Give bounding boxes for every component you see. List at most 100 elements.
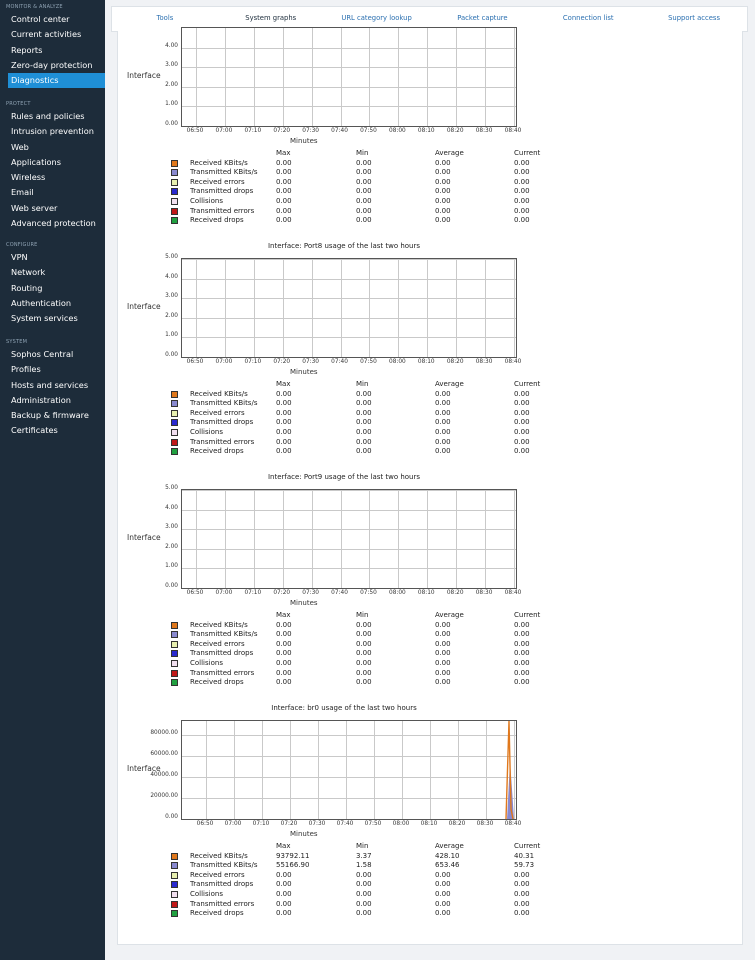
sidebar-item-profiles[interactable]: Profiles: [0, 362, 105, 377]
gridline-h: [182, 278, 516, 280]
x-tick-label: 08:00: [389, 590, 406, 596]
gridline-v: [456, 28, 458, 126]
stat-value-max: 0.00: [276, 880, 292, 889]
stats-header-min: Min: [356, 842, 369, 850]
x-tick-label: 08:20: [448, 821, 466, 827]
gridline-v: [196, 28, 197, 126]
sidebar-item-vpn[interactable]: VPN: [0, 250, 105, 265]
stat-value-max: 0.00: [276, 197, 292, 205]
sidebar-item-rules-and-policies[interactable]: Rules and policies: [0, 109, 105, 124]
sidebar-item-routing[interactable]: Routing: [0, 281, 105, 296]
stats-row: Transmitted errors 0.00 0.00 0.00 0.00: [171, 669, 571, 679]
series-name: Collisions: [190, 428, 223, 436]
graph-title: Interface: Port9 usage of the last two h…: [267, 473, 421, 481]
gridline-v: [398, 28, 400, 126]
stat-value-average: 0.00: [435, 197, 451, 205]
x-tick-label: 06:50: [186, 359, 204, 365]
gridline-h: [182, 317, 516, 319]
stat-value-average: 0.00: [435, 880, 451, 889]
legend-swatch: [171, 862, 178, 870]
sidebar-item-wireless[interactable]: Wireless: [0, 170, 105, 185]
stat-value-max: 0.00: [276, 649, 292, 658]
sidebar-item-authentication[interactable]: Authentication: [0, 296, 105, 311]
sidebar-item-reports[interactable]: Reports: [0, 43, 105, 58]
stat-value-average: 0.00: [435, 870, 451, 879]
graph-block: Interface 0.00 1.00 2.00 3.00 4.00 06:50 07:00 0…: [118, 11, 742, 241]
stat-value-min: 0.00: [356, 899, 372, 908]
y-tick-label: 4.00: [165, 504, 178, 511]
sidebar-item-diagnostics[interactable]: Diagnostics: [8, 73, 105, 89]
gridline-v: [311, 259, 313, 357]
stats-row: Transmitted drops 0.00 0.00 0.00 0.00: [171, 880, 571, 890]
stat-value-max: 0.00: [276, 639, 292, 648]
sidebar-item-zero-day-protection[interactable]: Zero-day protection: [0, 58, 105, 73]
stat-value-max: 93792.11: [276, 851, 310, 860]
sidebar-item-current-activities[interactable]: Current activities: [0, 27, 105, 42]
gridline-v: [485, 28, 487, 126]
sidebar-item-certificates[interactable]: Certificates: [0, 423, 105, 438]
stat-value-current: 40.31: [514, 851, 535, 860]
y-tick-label: 0.00: [165, 121, 178, 127]
series-name: Transmitted errors: [190, 437, 255, 446]
series-name: Transmitted KBits/s: [190, 630, 258, 639]
interface-label: Interface: [127, 533, 161, 542]
sidebar-item-control-center[interactable]: Control center: [0, 12, 105, 27]
stat-value-current: 0.00: [514, 437, 530, 446]
stats-row: Transmitted KBits/s 55166.90 1.58 653.46 59.…: [171, 861, 571, 871]
gridline-h: [182, 509, 516, 511]
stat-value-average: 0.00: [435, 399, 451, 408]
stats-header-max: Max: [276, 842, 291, 850]
gridline-v: [514, 28, 515, 126]
stat-value-min: 0.00: [356, 870, 372, 879]
x-tick-label: 07:20: [280, 821, 298, 827]
sidebar-item-intrusion-prevention[interactable]: Intrusion prevention: [0, 124, 105, 139]
y-tick-label: 1.00: [165, 332, 178, 339]
sidebar-item-backup-and-firmware[interactable]: Backup & firmware: [0, 408, 105, 423]
legend-swatch: [171, 631, 178, 639]
x-tick-label: 07:00: [215, 128, 233, 134]
sidebar-item-hosts-and-services[interactable]: Hosts and services: [0, 378, 105, 393]
y-tick-label: 0.00: [165, 583, 178, 589]
gridline-v: [311, 490, 313, 588]
x-tick-label: 07:50: [360, 590, 377, 596]
x-tick-label: 08:00: [389, 359, 406, 365]
stat-value-average: 0.00: [435, 177, 451, 186]
sidebar-item-network[interactable]: Network: [0, 265, 105, 280]
x-tick-label: 08:40: [504, 821, 522, 827]
y-tick-label: 3.00: [165, 524, 178, 531]
stat-value-max: 0.00: [276, 870, 292, 879]
stat-value-current: 0.00: [514, 668, 530, 677]
series-name: Transmitted KBits/s: [190, 861, 258, 870]
sidebar-item-email[interactable]: Email: [0, 185, 105, 200]
gridline-h: [182, 337, 516, 339]
gridline-h: [182, 47, 516, 49]
x-tick-label: 07:20: [273, 128, 291, 134]
legend-swatch: [171, 217, 178, 225]
x-axis-label: Minutes: [290, 599, 318, 607]
x-tick-label: 08:20: [446, 590, 464, 596]
stat-value-average: 0.00: [435, 158, 451, 167]
graph-plot-area: [181, 489, 517, 589]
y-tick-label: 0.00: [165, 352, 178, 358]
graph-plot-area: [181, 27, 517, 127]
stats-header-current: Current: [514, 149, 541, 157]
sidebar-item-web[interactable]: Web: [0, 140, 105, 155]
traffic-spike-svg: [505, 721, 514, 819]
sidebar-item-advanced-protection[interactable]: Advanced protection: [0, 216, 105, 231]
legend-swatch: [171, 871, 178, 879]
sidebar-item-administration[interactable]: Administration: [0, 393, 105, 408]
gridline-v: [282, 28, 284, 126]
stats-row: Received errors 0.00 0.00 0.00 0.00: [171, 409, 571, 419]
stat-value-average: 428.10: [435, 851, 460, 860]
gridline-v: [253, 490, 255, 588]
legend-swatch: [171, 621, 178, 629]
sidebar-item-system-services[interactable]: System services: [0, 311, 105, 326]
sidebar-item-applications[interactable]: Applications: [0, 155, 105, 170]
stats-header-current: Current: [514, 380, 541, 388]
sidebar-item-sophos-central[interactable]: Sophos Central: [0, 347, 105, 362]
stat-value-current: 0.00: [514, 389, 530, 398]
sidebar-item-web-server[interactable]: Web server: [0, 201, 105, 216]
gridline-v: [224, 259, 226, 357]
stat-value-max: 0.00: [276, 437, 292, 446]
legend-swatch: [171, 891, 178, 898]
